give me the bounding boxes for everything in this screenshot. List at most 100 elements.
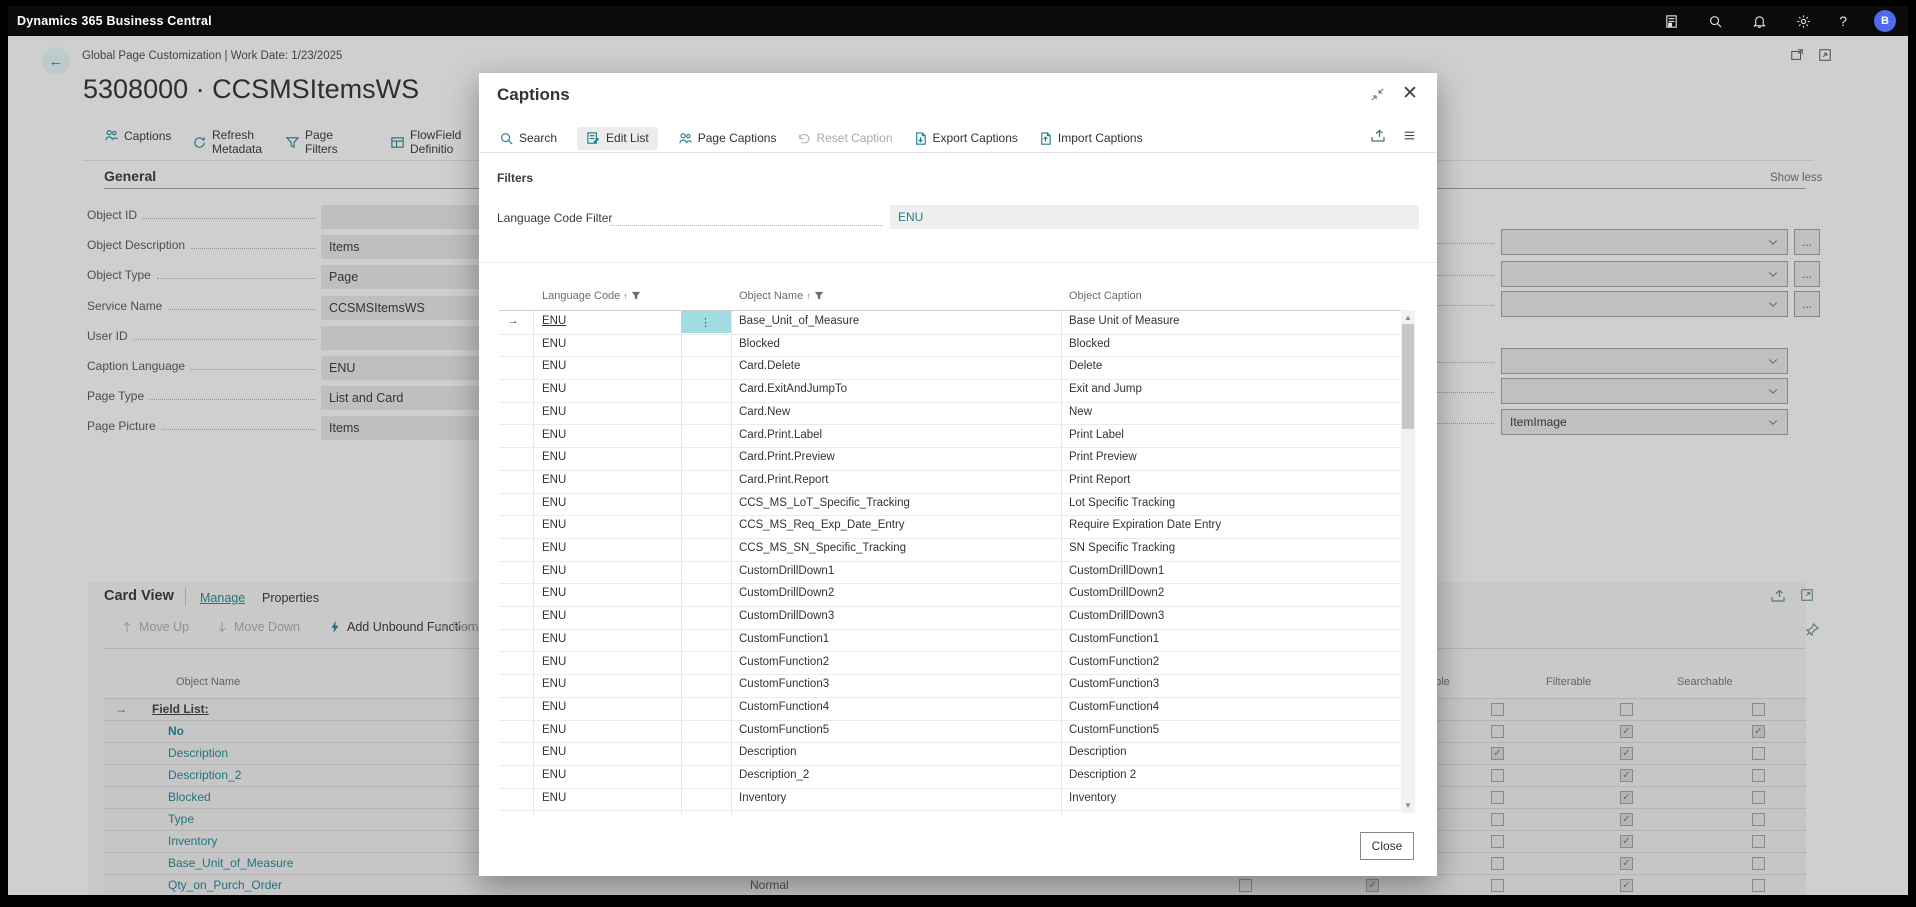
share-icon[interactable]: [1370, 128, 1386, 144]
cell-object-name[interactable]: CustomFunction4: [739, 701, 829, 713]
scroll-down-icon[interactable]: ▼: [1401, 801, 1415, 810]
cell-object-caption[interactable]: New: [1069, 406, 1092, 418]
cell-object-caption[interactable]: CustomDrillDown1: [1069, 565, 1164, 577]
cell-object-caption[interactable]: Print Label: [1069, 429, 1124, 441]
column-header-object-caption[interactable]: Object Caption: [1069, 290, 1142, 302]
field-link-type[interactable]: Type: [168, 812, 194, 826]
checkbox[interactable]: ✓: [1491, 747, 1504, 760]
cell-language-code[interactable]: ENU: [542, 497, 566, 509]
cell-object-name[interactable]: Card.Print.Report: [739, 474, 828, 486]
cell-object-name[interactable]: Inventory: [739, 792, 786, 804]
field-link-blocked[interactable]: Blocked: [168, 790, 211, 804]
cell-object-caption[interactable]: Print Preview: [1069, 451, 1137, 463]
cell-object-caption[interactable]: SN Specific Tracking: [1069, 542, 1175, 554]
chevron-down-icon[interactable]: [1767, 416, 1779, 428]
checkbox[interactable]: [1752, 835, 1765, 848]
cell-object-name[interactable]: Card.Delete: [739, 360, 800, 372]
checkbox[interactable]: ✓: [1620, 725, 1633, 738]
language-code-filter-input[interactable]: ENU: [890, 205, 1419, 229]
table-row[interactable]: ENUCCS_MS_LoT_Specific_TrackingLot Speci…: [499, 493, 1401, 517]
dialog-action-import-captions[interactable]: Import Captions: [1038, 131, 1143, 146]
table-row[interactable]: ENUCustomDrillDown3CustomDrillDown3: [499, 606, 1401, 630]
table-row[interactable]: ENUCustomFunction4CustomFunction4: [499, 697, 1401, 721]
checkbox[interactable]: [1752, 747, 1765, 760]
table-row[interactable]: ENUCard.DeleteDelete: [499, 356, 1401, 380]
search-icon[interactable]: [1707, 13, 1724, 30]
cell-object-name[interactable]: Card.Print.Preview: [739, 451, 835, 463]
column-header-language-code[interactable]: Language Code↑: [542, 290, 641, 302]
checkbox[interactable]: ✓: [1366, 879, 1379, 892]
chevron-down-icon[interactable]: [1767, 236, 1779, 248]
cell-object-caption[interactable]: CustomFunction2: [1069, 656, 1159, 668]
field-link-description-2[interactable]: Description_2: [168, 768, 241, 782]
cell-language-code[interactable]: ENU: [542, 610, 566, 622]
cell-object-caption[interactable]: Description 2: [1069, 769, 1136, 781]
cell-language-code[interactable]: ENU: [542, 746, 566, 758]
field-link-base-unit-of-measure[interactable]: Base_Unit_of_Measure: [168, 856, 293, 870]
cell-object-caption[interactable]: CustomFunction3: [1069, 678, 1159, 690]
cell-object-caption[interactable]: Base Unit of Measure: [1069, 315, 1180, 327]
dialog-action-edit-list[interactable]: Edit List: [577, 127, 658, 150]
popout-icon[interactable]: [1790, 48, 1804, 62]
dialog-action-search[interactable]: Search: [499, 131, 557, 146]
checkbox[interactable]: ✓: [1620, 879, 1633, 892]
checkbox[interactable]: [1491, 813, 1504, 826]
menu-icon[interactable]: [1402, 128, 1417, 144]
checkbox[interactable]: [1752, 879, 1765, 892]
cell-object-name[interactable]: Card.Print.Label: [739, 429, 822, 441]
table-row[interactable]: ENUDescription_2Description 2: [499, 765, 1401, 789]
dialog-action-export-captions[interactable]: Export Captions: [913, 131, 1018, 146]
cell-object-name[interactable]: Blocked: [739, 338, 780, 350]
cell-object-name[interactable]: Card.ExitAndJumpTo: [739, 383, 847, 395]
object-name-header[interactable]: Object Name: [176, 676, 240, 688]
cell-object-caption[interactable]: Require Expiration Date Entry: [1069, 519, 1221, 531]
table-row[interactable]: ENU Card.New New: [499, 402, 1401, 426]
cell-language-code[interactable]: ENU: [542, 429, 566, 441]
table-scrollbar[interactable]: ▲ ▼: [1401, 310, 1415, 813]
checkbox[interactable]: [1491, 857, 1504, 870]
table-row[interactable]: ENUCard.ExitAndJumpToExit and Jump: [499, 379, 1401, 403]
table-row[interactable]: ENU Inventory Inventory: [499, 788, 1401, 812]
table-row[interactable]: ENUCard.Print.ReportPrint Report: [499, 470, 1401, 494]
chevron-down-icon[interactable]: [1767, 268, 1779, 280]
report-icon[interactable]: [1663, 13, 1680, 30]
cell-object-name[interactable]: CCS_MS_LoT_Specific_Tracking: [739, 497, 910, 509]
checkbox[interactable]: ✓: [1620, 769, 1633, 782]
cell-object-name[interactable]: CustomFunction2: [739, 656, 829, 668]
cell-object-name[interactable]: CCS_MS_Req_Exp_Date_Entry: [739, 519, 905, 531]
avatar[interactable]: B: [1874, 10, 1896, 32]
dialog-action-page-captions[interactable]: Page Captions: [678, 131, 777, 146]
checkbox[interactable]: [1620, 703, 1633, 716]
cell-object-name[interactable]: Description_2: [739, 769, 809, 781]
checkbox[interactable]: ✓: [1620, 835, 1633, 848]
field-link-description[interactable]: Description: [168, 746, 228, 760]
field-link-qty-on-purch-order[interactable]: Qty_on_Purch_Order: [168, 878, 282, 892]
cell-object-name[interactable]: Card.New: [739, 406, 790, 418]
cell-language-code[interactable]: ENU: [542, 587, 566, 599]
cell-object-caption[interactable]: CustomFunction4: [1069, 701, 1159, 713]
checkbox[interactable]: [1752, 703, 1765, 716]
cell-language-code[interactable]: ENU: [542, 656, 566, 668]
cell-language-code[interactable]: ENU: [542, 792, 566, 804]
cell-language-code[interactable]: ENU: [542, 724, 566, 736]
table-row[interactable]: ENUCustomFunction3CustomFunction3: [499, 674, 1401, 698]
checkbox[interactable]: ✓: [1620, 857, 1633, 870]
cell-language-code[interactable]: ENU: [542, 406, 566, 418]
cell-object-name[interactable]: CustomDrillDown1: [739, 565, 834, 577]
table-row[interactable]: →ENU⋮Base_Unit_of_MeasureBase Unit of Me…: [499, 311, 1401, 335]
cell-object-name[interactable]: Description: [739, 746, 797, 758]
dropdown-field[interactable]: [1501, 229, 1788, 255]
cell-object-caption[interactable]: Inventory: [1069, 792, 1116, 804]
chevron-down-icon[interactable]: [1767, 385, 1779, 397]
pin-icon[interactable]: [1805, 622, 1820, 637]
back-button[interactable]: ←: [42, 47, 70, 75]
checkbox[interactable]: [1752, 791, 1765, 804]
cell-object-name[interactable]: CustomDrillDown3: [739, 610, 834, 622]
dropdown-field[interactable]: [1501, 261, 1788, 287]
tab-properties[interactable]: Properties: [262, 591, 319, 605]
show-less-link[interactable]: Show less: [1770, 172, 1822, 184]
table-row[interactable]: ENUCCS_MS_SN_Specific_TrackingSN Specifi…: [499, 538, 1401, 562]
checkbox[interactable]: [1752, 769, 1765, 782]
cell-object-name[interactable]: CustomDrillDown2: [739, 587, 834, 599]
table-row[interactable]: ENUDescriptionDescription: [499, 742, 1401, 766]
